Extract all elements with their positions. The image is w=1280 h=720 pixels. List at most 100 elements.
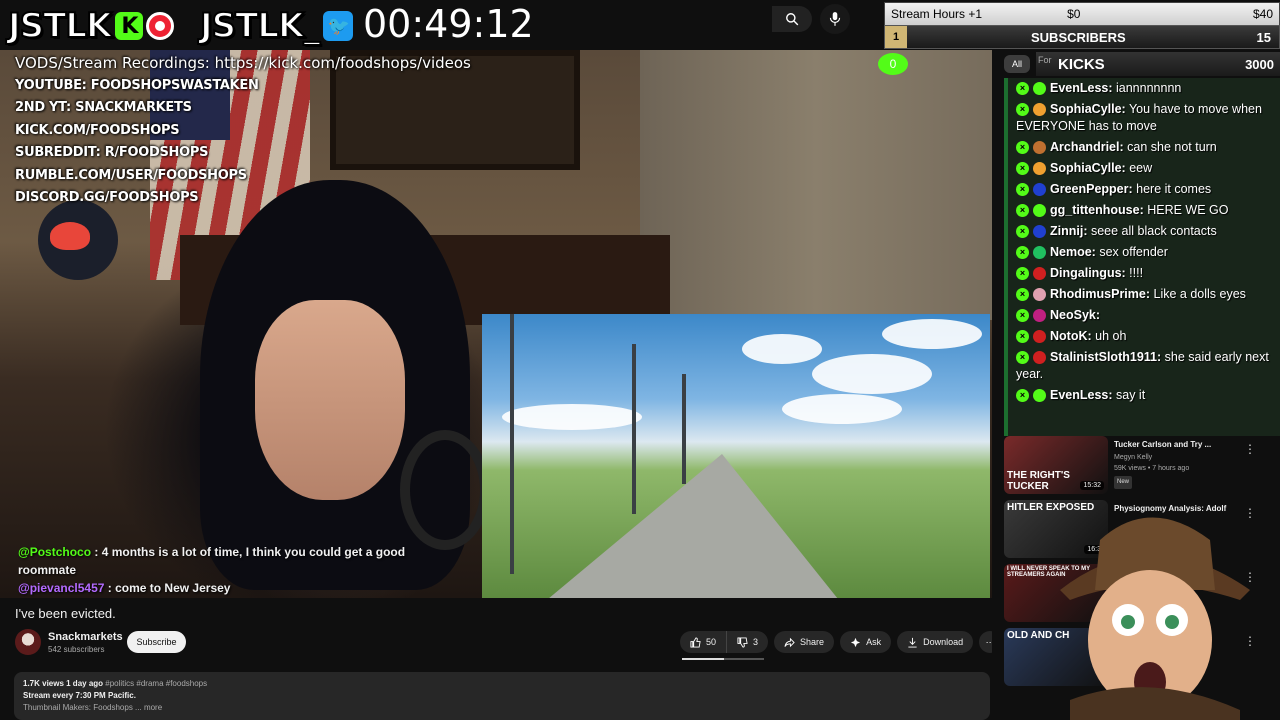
cloud: [502, 404, 642, 430]
cloud: [782, 394, 902, 424]
chat-username: Archandriel:: [1050, 140, 1124, 154]
headphones: [400, 430, 490, 550]
user-badge-icon: [1033, 351, 1046, 365]
overlay-link: VODS/Stream Recordings: https://kick.com…: [15, 54, 471, 72]
screen: JSTLK K JSTLK_ 🐦 00:49:12 VODS/Stream Re…: [0, 0, 1280, 720]
mod-badge-icon: ×: [1016, 267, 1029, 281]
chat-message: × Archandriel: can she not turn: [1008, 137, 1280, 158]
mod-badge-icon: ×: [1016, 389, 1029, 403]
subscriber-count: 542 subscribers: [48, 645, 105, 654]
like-button[interactable]: 50: [680, 631, 728, 653]
top-bar: JSTLK K JSTLK_ 🐦 00:49:12: [0, 0, 880, 48]
chat-username: Nemoe:: [1050, 245, 1096, 259]
chat-username: Dingalingus:: [1050, 266, 1126, 280]
mod-badge-icon: ×: [1016, 330, 1029, 344]
channel-name[interactable]: Megyn Kelly: [1114, 452, 1189, 463]
chat-username: gg_tittenhouse:: [1050, 203, 1144, 217]
chat-message: × NeoSyk:: [1008, 305, 1280, 326]
ask-button[interactable]: Ask: [840, 631, 892, 653]
chat-message: × Nemoe: sex offender: [1008, 242, 1280, 263]
chat-message: × Dingalingus: !!!!: [1008, 263, 1280, 284]
views-and-date: 1.7K views 1 day ago: [23, 679, 104, 688]
more-vertical-icon[interactable]: ⋮: [1244, 442, 1256, 456]
user-badge-icon: [1033, 183, 1046, 197]
chat-text: say it: [1112, 388, 1146, 402]
ask-label: Ask: [866, 637, 882, 647]
plush-heart: [50, 222, 90, 250]
chat-message: × EvenLess: say it: [1008, 385, 1280, 406]
chat-message: × GreenPepper: here it comes: [1008, 179, 1280, 200]
stream-links-overlay: VODS/Stream Recordings: https://kick.com…: [15, 52, 471, 210]
chat-message: × StalinistSloth1911: she said early next…: [1008, 347, 1280, 385]
user-badge-icon: [1033, 267, 1046, 281]
subscribe-button[interactable]: Subscribe: [127, 631, 186, 653]
overlay-link: YOUTUBE: FOODSHOPSWASTAKEN: [15, 77, 259, 93]
video-duration: 15:32: [1080, 481, 1104, 490]
dislike-count: 3: [753, 637, 759, 647]
goal-label: Stream Hours +1: [891, 7, 983, 21]
kicks-goal: 0 All For KICKS 3000: [876, 52, 1280, 76]
chat-username: EvenLess:: [1050, 81, 1113, 95]
filter-chip-for[interactable]: For: [1038, 55, 1052, 65]
chat-username: Zinnij:: [1050, 224, 1088, 238]
share-icon: [784, 637, 795, 647]
chat-message: × EvenLess: iannnnnnnn: [1008, 78, 1280, 99]
chat-message: × SophiaCylle: eew: [1008, 158, 1280, 179]
cloud: [812, 354, 932, 394]
chat-username: StalinistSloth1911:: [1050, 350, 1162, 364]
chat-text: here it comes: [1132, 182, 1212, 196]
goal-min: $0: [1067, 7, 1081, 21]
user-badge-icon: [1033, 330, 1046, 344]
brand2-text: JSTLK_: [199, 5, 321, 47]
share-button[interactable]: Share: [774, 631, 835, 653]
mod-badge-icon: ×: [1016, 141, 1029, 155]
like-dislike-group: 50 3: [680, 631, 769, 653]
goal-label: SUBSCRIBERS: [1031, 29, 1126, 45]
goal-max: $40: [1252, 7, 1273, 21]
dislike-button[interactable]: 3: [727, 631, 769, 653]
video-title[interactable]: Tucker Carlson and Try ...: [1114, 439, 1254, 450]
video-meta: Megyn Kelly 59K views • 7 hours ago New: [1114, 452, 1189, 489]
channel-avatar[interactable]: [15, 629, 41, 655]
stream-hours-goal: Stream Hours +1 $0 $40: [884, 2, 1280, 26]
search-button[interactable]: [772, 6, 812, 32]
overlay-link: KICK.COM/FOODSHOPS: [15, 122, 180, 138]
search-icon: [786, 13, 799, 26]
chat-username: NotoK:: [1050, 329, 1092, 343]
chat-text: iannnnnnnn: [1112, 81, 1182, 95]
description-line: Stream every 7:30 PM Pacific.: [23, 691, 136, 700]
filter-chip-all[interactable]: All: [1004, 55, 1030, 73]
room-wall: [640, 50, 992, 320]
stream-chat-overlay: @Postchoco : 4 months is a lot of time, …: [18, 543, 418, 597]
mod-badge-icon: ×: [1016, 351, 1029, 365]
user-badge-icon: [1033, 246, 1046, 260]
share-label: Share: [800, 637, 825, 647]
microphone-icon: [829, 12, 841, 26]
chat-text: uh oh: [1091, 329, 1127, 343]
stream-timer: 00:49:12: [363, 2, 534, 46]
user-badge-icon: [1033, 141, 1046, 155]
chat-username: EvenLess:: [1050, 388, 1113, 402]
chat-username: SophiaCylle:: [1050, 102, 1126, 116]
voice-search-button[interactable]: [820, 4, 850, 34]
overlay-link: 2ND YT: SNACKMARKETS: [15, 100, 192, 115]
video-thumbnail[interactable]: THE RIGHT'S TUCKER 15:32: [1004, 436, 1108, 494]
user-badge-icon: [1033, 225, 1046, 239]
description-box[interactable]: 1.7K views 1 day ago #politics #drama #f…: [14, 672, 990, 720]
download-button[interactable]: Download: [897, 631, 974, 653]
mod-badge-icon: ×: [1016, 82, 1029, 96]
video-title: I've been evicted.: [15, 606, 116, 621]
recommended-video[interactable]: THE RIGHT'S TUCKER 15:32 Tucker Carlson an…: [1004, 436, 1280, 496]
user-badge-icon: [1033, 204, 1046, 218]
record-icon: [146, 12, 175, 40]
brand-logo-twitter: JSTLK_ 🐦: [199, 5, 354, 47]
utility-pole: [510, 314, 514, 574]
mod-badge-icon: ×: [1016, 288, 1029, 302]
chat-text: !!!!: [1125, 266, 1144, 280]
overlay-chat-text: : come to New Jersey: [104, 581, 231, 595]
hashtags[interactable]: #politics #drama #foodshops: [105, 679, 207, 688]
brand1-text: JSTLK: [7, 5, 113, 47]
cloud: [742, 334, 822, 364]
channel-name[interactable]: Snackmarkets: [48, 631, 123, 643]
chat-text: Like a dolls eyes: [1150, 287, 1246, 301]
